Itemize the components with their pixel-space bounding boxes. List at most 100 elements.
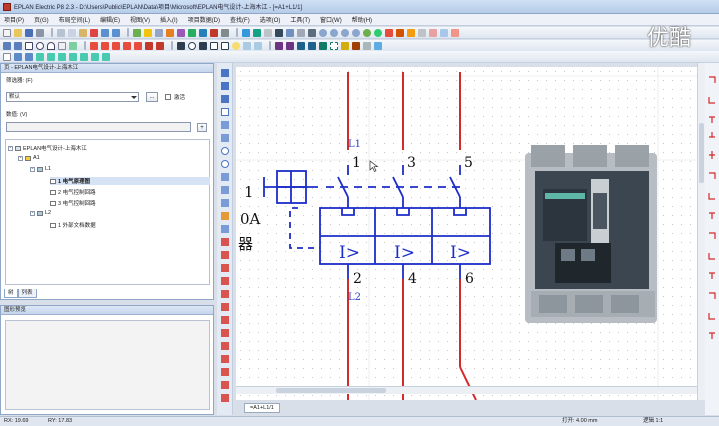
collapse-icon[interactable]: - [8, 145, 13, 151]
filter-browse-button[interactable]: ... [146, 92, 158, 102]
green-check-icon[interactable] [374, 28, 382, 37]
connection-tool-icon[interactable] [221, 251, 229, 259]
corner-left-icon[interactable] [708, 97, 715, 104]
tee-alt3-icon[interactable] [709, 332, 715, 339]
save-icon[interactable] [25, 28, 33, 37]
rectangle-icon[interactable] [25, 41, 33, 50]
tee-down-icon[interactable] [709, 116, 715, 123]
tree-node-a1[interactable]: - A1 [18, 155, 40, 161]
window-icon[interactable] [286, 28, 294, 37]
collapse-icon[interactable]: - [30, 210, 35, 216]
page-tab[interactable]: =A1+L1/1 [244, 403, 280, 413]
menu-find[interactable]: 查找(F) [230, 15, 250, 24]
potential-icon[interactable] [145, 41, 153, 50]
tree-node-page-3[interactable]: 3 电气控制回路 [50, 199, 96, 207]
lamp-icon[interactable] [232, 41, 240, 50]
motor-icon[interactable] [188, 41, 196, 50]
refresh-icon[interactable] [363, 28, 371, 37]
corner-alt3-icon[interactable] [709, 232, 716, 239]
horizontal-scrollbar[interactable] [236, 386, 697, 394]
interrupt-tool-icon[interactable] [221, 368, 229, 376]
table-icon[interactable] [264, 28, 272, 37]
symbol-icon[interactable] [396, 28, 404, 37]
menu-insert[interactable]: 插入(I) [160, 15, 178, 24]
horizontal-scroll-thumb[interactable] [276, 388, 386, 393]
page-new-icon[interactable] [3, 52, 11, 61]
cross-tool-icon[interactable] [221, 316, 229, 324]
grid-icon[interactable] [297, 28, 305, 37]
cable-def-icon[interactable] [275, 41, 283, 50]
value-input[interactable] [6, 122, 191, 132]
interrupt-icon[interactable] [156, 41, 164, 50]
zoom-out-icon[interactable] [330, 28, 338, 37]
shield-tool-icon[interactable] [221, 394, 229, 402]
parts-icon[interactable] [418, 28, 426, 37]
measure-icon[interactable] [243, 41, 251, 50]
tab-list[interactable]: 列表 [17, 289, 37, 298]
polyline-icon[interactable] [14, 41, 22, 50]
redo-icon[interactable] [112, 28, 120, 37]
jump-tool-icon[interactable] [221, 303, 229, 311]
collapse-icon[interactable]: - [30, 166, 35, 172]
ellipse-tool-icon[interactable] [221, 160, 229, 168]
rotate-icon[interactable] [221, 121, 229, 129]
snap-icon[interactable] [308, 28, 316, 37]
zoom-in-icon[interactable] [319, 28, 327, 37]
corner-alt4-icon[interactable] [708, 253, 715, 260]
reference-icon[interactable] [363, 41, 371, 50]
fuse-icon[interactable] [210, 41, 218, 50]
switch-icon[interactable] [199, 41, 207, 50]
view-mode-icon[interactable] [440, 28, 448, 37]
cross-icon[interactable] [709, 151, 715, 159]
properties-icon[interactable] [133, 28, 141, 37]
corner-alt2-icon[interactable] [708, 193, 715, 200]
break-icon[interactable] [134, 41, 142, 50]
shield-icon[interactable] [286, 41, 294, 50]
corner-tool-icon[interactable] [221, 264, 229, 272]
terminal-tool-icon[interactable] [221, 342, 229, 350]
structure-box-icon[interactable] [330, 41, 338, 50]
menu-view[interactable]: 视图(V) [130, 15, 150, 24]
terminal-nav-icon[interactable] [47, 52, 55, 61]
corner-right-icon[interactable] [709, 76, 716, 83]
circle-icon[interactable] [36, 41, 44, 50]
tree-node-page-4[interactable]: 1 外部文档数据 [50, 221, 96, 229]
page-navigator-icon[interactable] [144, 28, 152, 37]
plug-tool-icon[interactable] [221, 355, 229, 363]
tree-node-page-1[interactable]: 1 电气原理图 [50, 177, 210, 185]
menu-edit[interactable]: 编辑(E) [100, 15, 120, 24]
select-icon[interactable] [221, 69, 229, 77]
menu-project-data[interactable]: 项目数据(D) [188, 15, 220, 24]
check-icon[interactable] [253, 28, 261, 37]
paste-icon[interactable] [79, 28, 87, 37]
move-icon[interactable] [221, 95, 229, 103]
wire-l3-bend[interactable] [459, 366, 477, 400]
potential-tool-icon[interactable] [221, 329, 229, 337]
cut-icon[interactable] [57, 28, 65, 37]
page-next-icon[interactable] [25, 52, 33, 61]
filter-select[interactable]: 默认 [6, 92, 139, 102]
dimension-icon[interactable] [254, 41, 262, 50]
menu-help[interactable]: 帮助(H) [352, 15, 372, 24]
macro-nav-icon[interactable] [102, 52, 110, 61]
cable-tool-icon[interactable] [221, 381, 229, 389]
value-add-button[interactable]: + [197, 123, 207, 132]
tab-tree[interactable]: 树 [4, 289, 18, 298]
connection-icon[interactable] [188, 28, 196, 37]
vertical-scrollbar[interactable] [697, 63, 705, 400]
connection-nav-icon[interactable] [80, 52, 88, 61]
new-icon[interactable] [3, 28, 11, 37]
tree-node-l1[interactable]: - L1 [30, 166, 51, 172]
arc-tool-icon[interactable] [221, 173, 229, 181]
cross-ref-icon[interactable] [385, 28, 393, 37]
bus-icon[interactable] [319, 41, 327, 50]
collapse-icon[interactable]: - [18, 155, 23, 161]
wire-tool-icon[interactable] [221, 238, 229, 246]
menu-project[interactable]: 项目(P) [4, 15, 24, 24]
device-nav-icon[interactable] [36, 52, 44, 61]
break-tool-icon[interactable] [221, 290, 229, 298]
rectangle-tool-icon[interactable] [221, 108, 229, 116]
print-icon[interactable] [36, 28, 44, 37]
corner-alt5-icon[interactable] [709, 292, 716, 299]
terminal-strip-icon[interactable] [297, 41, 305, 50]
